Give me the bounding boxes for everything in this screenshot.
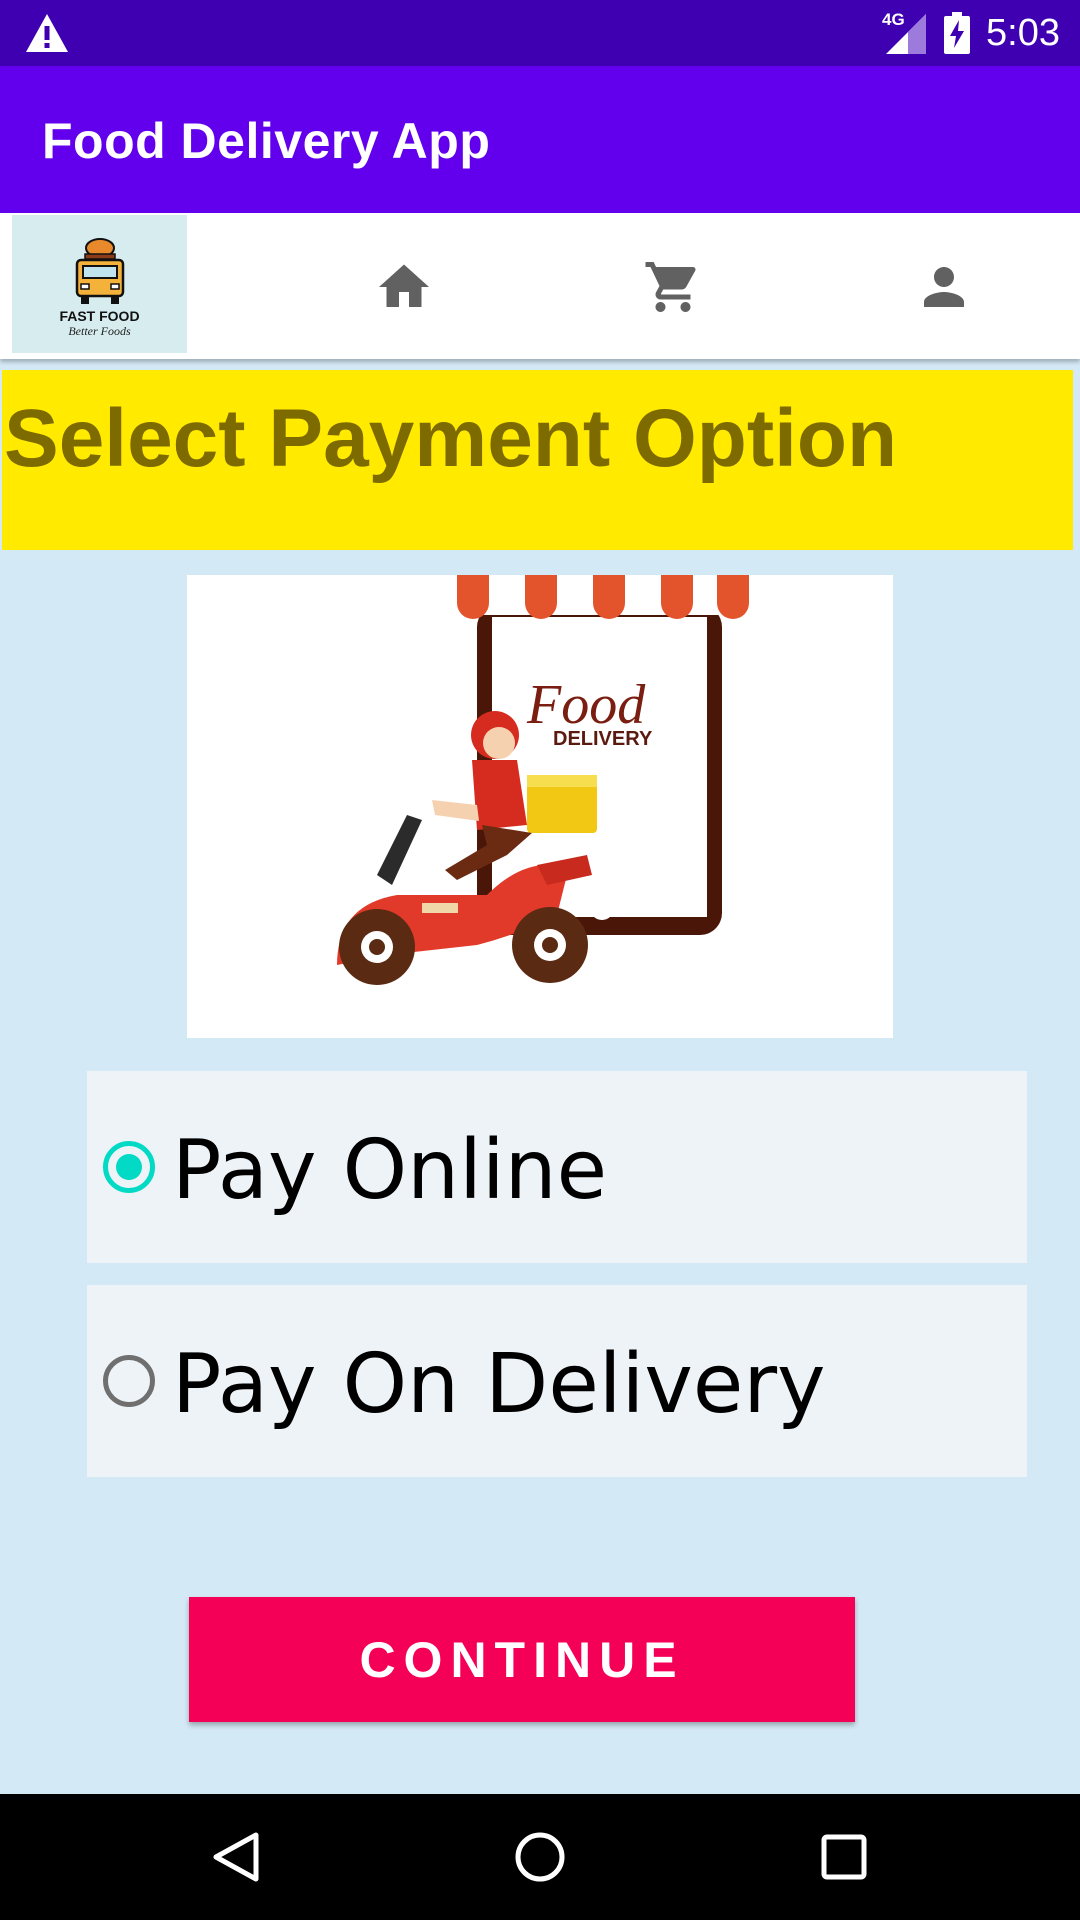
radio-pay-on-delivery[interactable] <box>103 1355 155 1407</box>
cart-icon <box>645 262 696 312</box>
food-truck-icon <box>75 238 124 304</box>
warning-icon <box>26 14 68 52</box>
radio-pay-online[interactable] <box>103 1141 155 1193</box>
payment-option-label: Pay On Delivery <box>172 1337 826 1432</box>
nav-account-button[interactable] <box>914 257 974 317</box>
app-title: Food Delivery App <box>42 113 491 169</box>
nav-home-button[interactable] <box>374 257 434 317</box>
payment-option-label: Pay Online <box>172 1123 608 1218</box>
hero-text-food: Food <box>526 674 646 736</box>
continue-button[interactable]: CONTINUE <box>189 1597 855 1722</box>
home-circle-icon[interactable] <box>510 1827 570 1887</box>
hero-text-delivery: DELIVERY <box>553 728 653 750</box>
status-bar: 4G 5:03 <box>0 0 1080 66</box>
logo-title: FAST FOOD <box>59 308 140 324</box>
back-icon[interactable] <box>206 1827 266 1887</box>
system-nav-bar <box>0 1794 1080 1920</box>
brand-logo[interactable]: FAST FOOD Better Foods <box>12 215 187 353</box>
page-banner: Select Payment Option <box>2 370 1073 550</box>
logo-tagline: Better Foods <box>68 324 131 338</box>
recents-icon[interactable] <box>814 1827 874 1887</box>
clock: 5:03 <box>986 11 1060 54</box>
battery-charging-icon <box>944 12 971 54</box>
nav-cart-button[interactable] <box>643 257 703 317</box>
scooter-delivery-image: Food DELIVERY <box>337 575 752 985</box>
account-icon <box>924 267 964 307</box>
top-nav: FAST FOOD Better Foods <box>0 213 1080 359</box>
app-bar: Food Delivery App <box>0 66 1080 213</box>
payment-option-delivery[interactable]: Pay On Delivery <box>87 1285 1027 1477</box>
home-icon <box>379 264 429 307</box>
payment-option-online[interactable]: Pay Online <box>87 1071 1027 1263</box>
page-title: Select Payment Option <box>4 393 898 484</box>
delivery-illustration: Food DELIVERY <box>187 575 893 1038</box>
signal-icon: 4G <box>882 10 928 56</box>
